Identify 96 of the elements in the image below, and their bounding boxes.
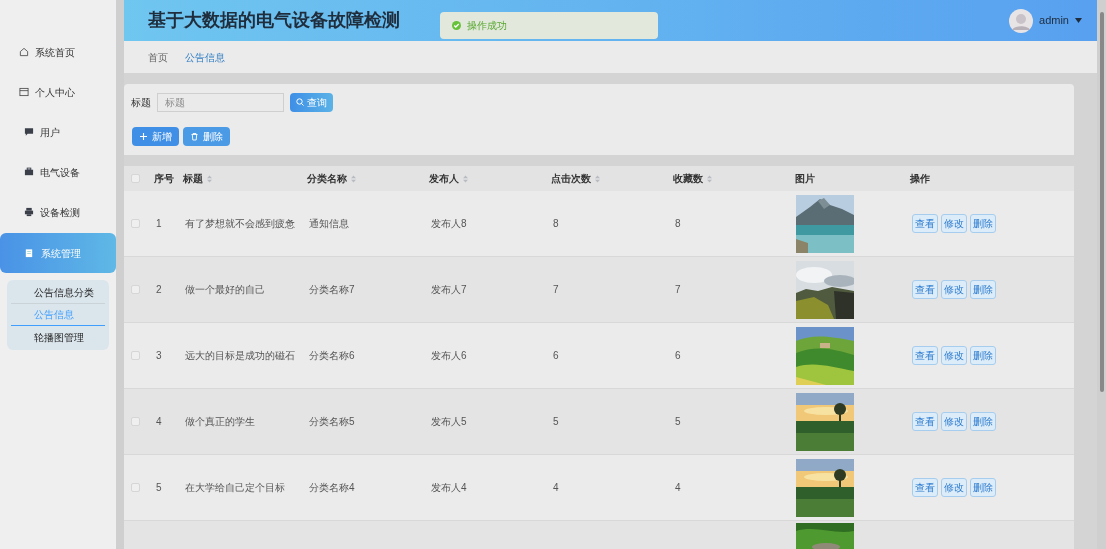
- menu-item[interactable]: 系统首页: [0, 32, 116, 72]
- row-action-button[interactable]: 查看: [912, 214, 938, 233]
- plus-icon: [139, 132, 148, 141]
- table-cell-text: 7: [674, 283, 682, 297]
- row-action-button[interactable]: 修改: [941, 478, 967, 497]
- table-cell-text: 在大学给自己定个目标: [184, 481, 286, 495]
- table-cell-text: 8: [552, 217, 560, 231]
- breadcrumb-link[interactable]: 首页: [148, 49, 168, 65]
- table-cell-text: 发布人4: [430, 481, 468, 495]
- row-action-button[interactable]: 修改: [941, 346, 967, 365]
- search-icon: [296, 98, 304, 106]
- row-action-button[interactable]: 查看: [912, 478, 938, 497]
- column-header: 图片: [795, 172, 815, 186]
- table-cell-text: 发布人7: [430, 283, 468, 297]
- caret-icon[interactable]: [1075, 18, 1082, 23]
- delete-button[interactable]: 删除: [183, 127, 230, 146]
- table-cell-text: 发布人5: [430, 415, 468, 429]
- column-header: 操作: [910, 172, 930, 186]
- app-title: 基于大数据的电气设备故障检测: [148, 9, 400, 32]
- menu-item[interactable]: 用户: [0, 112, 116, 152]
- row-action-button[interactable]: 查看: [912, 280, 938, 299]
- sort-icon[interactable]: [707, 174, 712, 183]
- row-action-button[interactable]: 删除: [970, 214, 996, 233]
- table-cell-text: 远大的目标是成功的磁石: [184, 349, 296, 363]
- briefcase-icon: [24, 167, 34, 177]
- checkbox[interactable]: [130, 417, 140, 426]
- table-cell-text: 5: [155, 481, 163, 495]
- checkbox[interactable]: [130, 174, 140, 183]
- clipboard-icon: [24, 248, 34, 258]
- submenu-item[interactable]: 轮播图管理: [11, 326, 105, 348]
- checkbox[interactable]: [130, 219, 140, 228]
- table-cell-text: 3: [155, 349, 163, 363]
- checkbox[interactable]: [130, 285, 140, 294]
- row-action-button[interactable]: 删除: [970, 478, 996, 497]
- search-field[interactable]: 标题: [157, 92, 284, 112]
- submenu-item[interactable]: 公告信息: [11, 304, 105, 326]
- search-button[interactable]: 查询: [290, 92, 333, 112]
- printer-icon: [24, 207, 34, 217]
- table-cell-text: 做个真正的学生: [184, 415, 256, 429]
- table-cell-text: 通知信息: [308, 217, 350, 231]
- table-cell-text: 4: [674, 481, 682, 495]
- avatar-icon: [1009, 8, 1034, 33]
- column-header[interactable]: 标题: [183, 171, 203, 186]
- column-header[interactable]: 点击次数: [551, 171, 591, 186]
- row-action-button[interactable]: 修改: [941, 280, 967, 299]
- toast-message: 操作成功: [467, 19, 507, 33]
- row-action-button[interactable]: 查看: [912, 412, 938, 431]
- table-cell-text: 分类名称6: [308, 349, 356, 363]
- table-cell-text: 有了梦想就不会感到疲惫: [184, 217, 296, 231]
- sort-icon[interactable]: [595, 174, 600, 183]
- table-cell-text: 8: [674, 217, 682, 231]
- row-action-button[interactable]: 修改: [941, 412, 967, 431]
- card-icon: [19, 87, 29, 97]
- table-cell-text: 7: [552, 283, 560, 297]
- submenu-item[interactable]: 公告信息分类: [11, 282, 105, 304]
- row-action-button[interactable]: 删除: [970, 346, 996, 365]
- user-name[interactable]: admin: [1039, 12, 1069, 29]
- add-button[interactable]: 新增: [132, 127, 179, 146]
- trash-icon: [190, 132, 199, 141]
- chat-icon: [24, 127, 34, 137]
- table-cell-text: 1: [155, 217, 163, 231]
- sort-icon[interactable]: [463, 174, 468, 183]
- table-cell-text: 6: [552, 349, 560, 363]
- table-cell-text: 4: [155, 415, 163, 429]
- table-cell-text: 6: [674, 349, 682, 363]
- table-cell-text: 分类名称7: [308, 283, 356, 297]
- menu-item[interactable]: 电气设备: [0, 152, 116, 192]
- table-cell-text: 2: [155, 283, 163, 297]
- column-header[interactable]: 发布人: [429, 171, 459, 186]
- table-cell-text: 5: [552, 415, 560, 429]
- home-icon: [19, 47, 29, 57]
- menu-item[interactable]: 系统管理: [0, 233, 116, 273]
- table-cell-text: 5: [674, 415, 682, 429]
- column-header: 序号: [154, 172, 174, 186]
- table-cell-text: 发布人8: [430, 217, 468, 231]
- breadcrumb-link[interactable]: 公告信息: [185, 49, 225, 65]
- column-header[interactable]: 收藏数: [673, 171, 703, 186]
- table-cell-text: 发布人6: [430, 349, 468, 363]
- menu-item[interactable]: 设备检测: [0, 192, 116, 232]
- table-cell-text: 分类名称4: [308, 481, 356, 495]
- search-label: 标题: [131, 95, 151, 110]
- checkbox[interactable]: [130, 483, 140, 492]
- checkbox[interactable]: [130, 351, 140, 360]
- sort-icon[interactable]: [207, 174, 212, 183]
- check-icon: [452, 21, 461, 30]
- row-action-button[interactable]: 查看: [912, 346, 938, 365]
- row-action-button[interactable]: 删除: [970, 412, 996, 431]
- table-cell-text: 4: [552, 481, 560, 495]
- row-action-button[interactable]: 删除: [970, 280, 996, 299]
- column-header[interactable]: 分类名称: [307, 171, 347, 186]
- scrollbar[interactable]: [1097, 0, 1106, 549]
- table-cell-text: 分类名称5: [308, 415, 356, 429]
- row-action-button[interactable]: 修改: [941, 214, 967, 233]
- sort-icon[interactable]: [351, 174, 356, 183]
- menu-item[interactable]: 个人中心: [0, 72, 116, 112]
- table-cell-text: 做一个最好的自己: [184, 283, 266, 297]
